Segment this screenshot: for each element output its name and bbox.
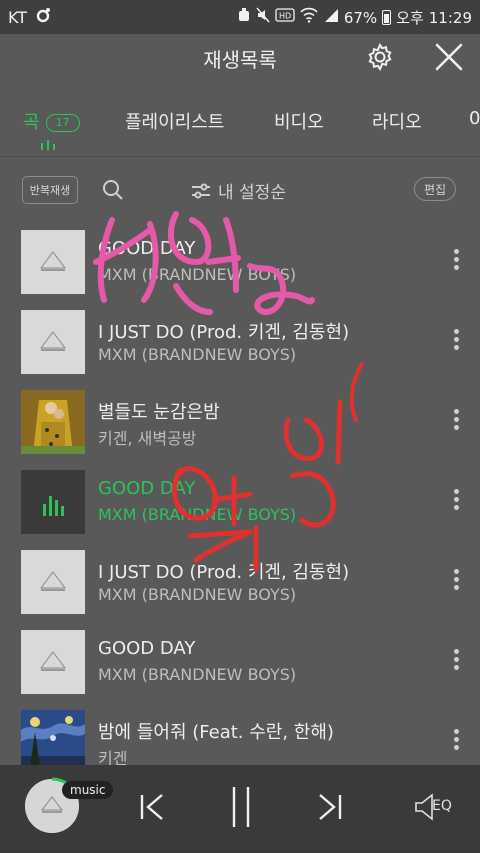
track-artist: MXM (BRANDNEW BOYS) [98,345,297,364]
close-icon [435,43,463,71]
track-title: I JUST DO (Prod. 키겐, 김동현) [98,562,350,583]
close-button[interactable] [432,40,466,74]
more-options-icon[interactable] [446,406,466,438]
previous-button[interactable] [136,785,168,829]
track-title: 별들도 눈감은밤 [98,402,220,423]
track-title: I JUST DO (Prod. 키겐, 김동현) [98,322,350,343]
repeat-button[interactable]: 반복재생 [22,176,78,204]
hd-voice-icon: HD [275,8,295,27]
more-options-icon[interactable] [446,246,466,278]
alarm-icon [237,7,251,28]
settings-button[interactable] [363,40,397,74]
mini-player: music EQ [0,765,480,853]
battery-icon [382,10,392,25]
status-bar: KT HD 67% 오후 11:29 [0,0,480,34]
more-options-icon[interactable] [446,566,466,598]
wifi-icon [300,7,318,28]
header: 재생목록 [0,34,480,80]
edit-button[interactable]: 편집 [414,177,456,201]
album-art [21,550,85,614]
more-options-icon[interactable] [446,486,466,518]
next-button[interactable] [314,785,346,829]
track-row[interactable]: GOOD DAY MXM (BRANDNEW BOYS) [0,622,480,702]
battery-percent: 67% [343,8,378,27]
tab-playlists[interactable]: 플레이리스트 [125,108,224,134]
tab-radio[interactable]: 라디오 [372,108,422,134]
tab-songs-label: 곡 [23,112,40,133]
previous-icon [140,794,163,820]
tab-bar: 곡 17 플레이리스트 비디오 라디오 0 [0,80,480,157]
pause-icon [232,787,250,827]
search-icon [103,180,123,200]
equalizer-icon [21,470,85,534]
album-art [21,630,85,694]
equalizer-button[interactable]: EQ [412,785,458,829]
sort-icon [192,183,210,198]
track-title: GOOD DAY [98,478,196,499]
track-title: 밤에 들어줘 (Feat. 수란, 한해) [98,722,334,743]
more-options-icon[interactable] [446,726,466,758]
signal-icon [323,7,339,28]
tab-more[interactable]: 0 [469,108,480,129]
sort-label: 내 설정순 [218,183,286,203]
gear-icon [368,42,392,72]
track-artist: MXM (BRANDNEW BOYS) [98,665,297,684]
track-title: GOOD DAY [98,238,196,259]
now-playing-art [21,470,85,534]
track-title: GOOD DAY [98,638,196,659]
album-art [21,390,85,454]
album-art [21,230,85,294]
pause-button[interactable] [226,785,256,829]
notification-icon [35,7,51,28]
track-row[interactable]: I JUST DO (Prod. 키겐, 김동현) MXM (BRANDNEW … [0,542,480,622]
page-title: 재생목록 [203,48,277,72]
eq-label: EQ [432,798,452,814]
track-artist: 키겐, 새벽공방 [98,429,197,448]
list-toolbar: 반복재생 내 설정순 편집 [0,158,480,222]
next-icon [319,794,342,820]
song-count-badge: 17 [45,114,80,132]
track-row[interactable]: I JUST DO (Prod. 키겐, 김동현) MXM (BRANDNEW … [0,302,480,382]
track-artist: MXM (BRANDNEW BOYS) [98,505,297,524]
track-artist: MXM (BRANDNEW BOYS) [98,585,297,604]
track-artist: MXM (BRANDNEW BOYS) [98,265,297,284]
clock: 11:29 [428,8,472,27]
search-button[interactable] [101,178,125,202]
mute-icon [256,7,270,28]
equalizer-indicator-icon [41,140,55,150]
track-row[interactable]: GOOD DAY MXM (BRANDNEW BOYS) [0,222,480,302]
more-options-icon[interactable] [446,326,466,358]
track-row[interactable]: 별들도 눈감은밤 키겐, 새벽공방 [0,382,480,462]
carrier-label: KT [8,8,28,27]
more-options-icon[interactable] [446,646,466,678]
tab-videos[interactable]: 비디오 [274,108,324,134]
svg-text:HD: HD [279,12,291,21]
tab-songs[interactable]: 곡 17 [23,108,80,134]
ampm-label: 오후 [396,9,424,27]
track-row-playing[interactable]: GOOD DAY MXM (BRANDNEW BOYS) [0,462,480,542]
source-tag: music [62,781,114,799]
sort-button[interactable]: 내 설정순 [190,178,286,203]
album-art [21,310,85,374]
